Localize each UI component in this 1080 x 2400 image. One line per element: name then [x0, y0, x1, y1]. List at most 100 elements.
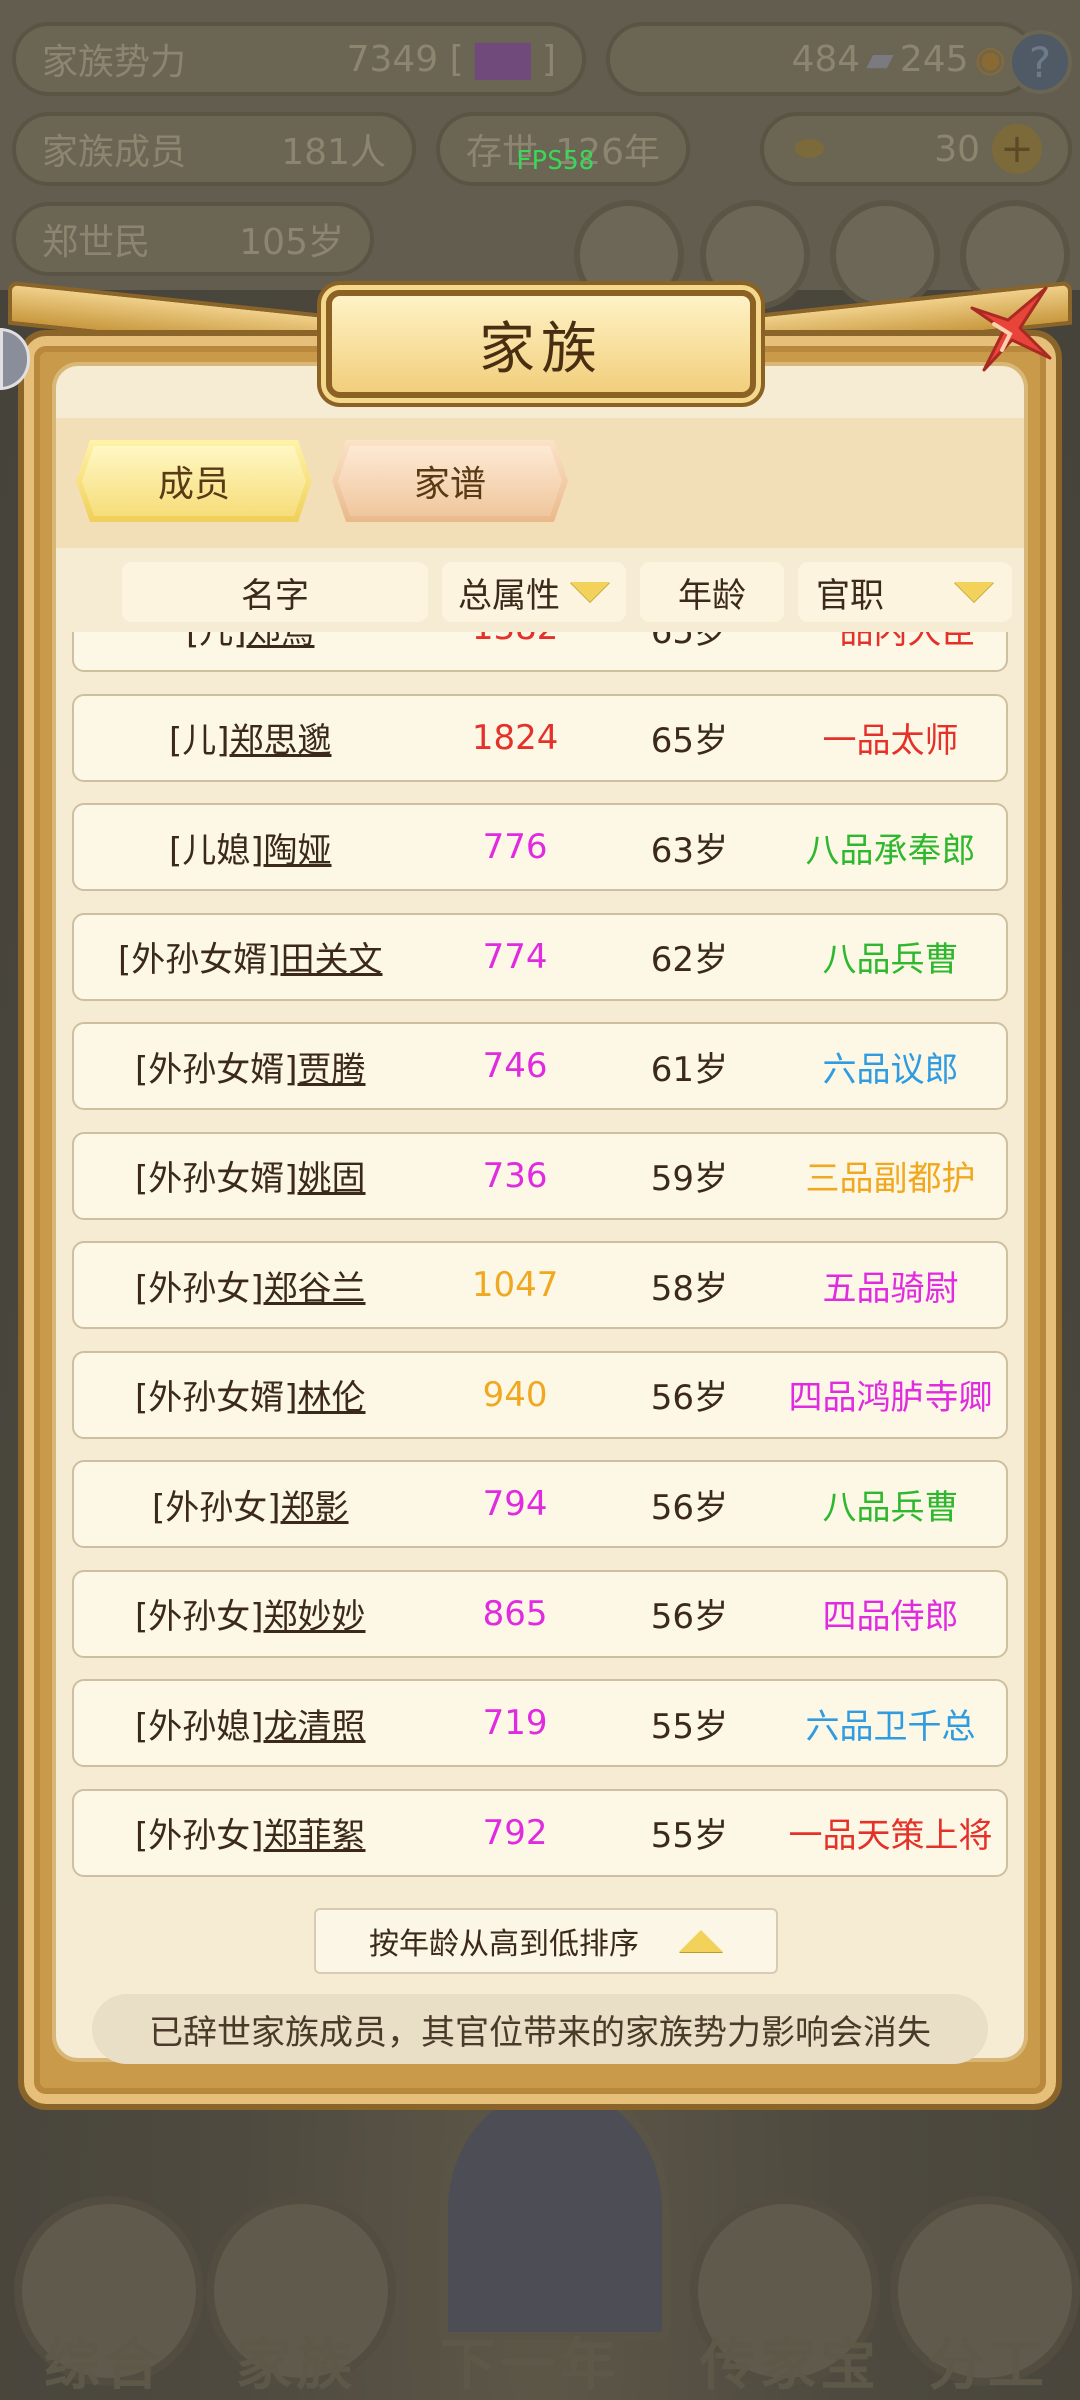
member-row[interactable]: [外孙女]郑菲絮 792 55岁 一品天策上将 — [72, 1788, 1008, 1877]
member-attr: 774 — [482, 936, 548, 977]
member-name-cell: [外孙女]郑妙妙 — [74, 1589, 426, 1638]
member-title: 一品天策上将 — [788, 1816, 993, 1856]
member-row[interactable]: [外孙女婿]贾腾 746 61岁 六品议郎 — [72, 1022, 1008, 1110]
member-row[interactable]: [外孙媳]龙清照 719 55岁 六品卫千总 — [72, 1679, 1008, 1767]
tab-members[interactable]: 成员 — [76, 440, 312, 522]
member-relation: [外孙女] — [134, 1816, 264, 1856]
family-power-rank: ▇▇ — [463, 38, 542, 80]
member-attr: 794 — [482, 1484, 548, 1524]
member-row[interactable]: [外孙女]郑妙妙 865 56岁 四品侍郎 — [72, 1569, 1008, 1658]
family-power-suffix: ] — [541, 38, 556, 80]
member-row[interactable]: [儿媳]陶娅 776 63岁 八品承奉郎 — [72, 803, 1008, 891]
gold-value: 30 — [934, 128, 980, 170]
member-name-link[interactable]: 贾腾 — [298, 1050, 366, 1090]
member-relation: [儿] — [168, 721, 230, 761]
family-power-stat: 家族势力 7349 [ ▇▇ ] — [12, 22, 586, 96]
member-attr: 865 — [482, 1593, 548, 1634]
currency-b-value: 245 — [899, 38, 969, 80]
member-name-cell: [外孙女]郑谷兰 — [74, 1261, 426, 1310]
member-name-link[interactable]: 郑谷兰 — [264, 1269, 366, 1309]
member-name-link[interactable]: 郑思邈 — [230, 721, 332, 761]
member-attr: 792 — [482, 1812, 548, 1853]
column-header-title-label: 官职 — [816, 575, 884, 616]
member-name-cell: [外孙女婿]田关文 — [74, 932, 426, 981]
member-relation: [儿] — [186, 632, 247, 652]
nav-division-label: 分工 — [928, 2333, 1048, 2398]
member-age: 65岁 — [650, 721, 728, 761]
sort-up-icon — [679, 1930, 723, 1952]
member-title: 六品议郎 — [822, 1049, 959, 1090]
column-header-attr[interactable]: 总属性 — [442, 562, 626, 622]
member-row[interactable]: [外孙女]郑谷兰 1047 58岁 五品骑尉 — [72, 1241, 1008, 1329]
close-icon — [970, 286, 1052, 372]
deceased-notice: 已辞世家族成员，其官位带来的家族势力影响会消失 — [92, 1994, 988, 2064]
member-attr: 736 — [482, 1155, 548, 1196]
members-value: 181人 — [281, 132, 386, 173]
currency-a-value: 484 — [791, 38, 861, 80]
member-list[interactable]: [儿]郑焉138265岁一品内大臣[儿]郑思邈182465岁一品太师[儿媳]陶娅… — [72, 632, 1008, 1894]
member-relation: [外孙女婿] — [134, 1049, 298, 1090]
member-attr: 1824 — [471, 717, 559, 758]
member-title: 六品卫千总 — [805, 1706, 976, 1747]
dialog-title: 家族 — [479, 316, 603, 382]
member-name-cell: [儿]郑焉 — [74, 632, 426, 653]
dialog-title-plaque: 家族 — [326, 290, 756, 398]
member-name-link[interactable]: 陶娅 — [264, 831, 332, 871]
member-title: 八品兵曹 — [822, 940, 959, 980]
member-list-track: [儿]郑焉138265岁一品内大臣[儿]郑思邈182465岁一品太师[儿媳]陶娅… — [72, 632, 1008, 1894]
member-row[interactable]: [外孙女]郑影 794 56岁 八品兵曹 — [72, 1460, 1008, 1548]
member-name-link[interactable]: 郑菲絮 — [264, 1816, 366, 1856]
add-gold-icon[interactable]: + — [992, 124, 1042, 174]
member-name-link[interactable]: 田关文 — [281, 940, 383, 980]
member-attr: 719 — [482, 1703, 548, 1743]
next-year-button[interactable] — [440, 2080, 670, 2340]
member-name-cell: [外孙女]郑菲絮 — [74, 1808, 426, 1857]
nav-overview-label: 综合 — [44, 2333, 164, 2398]
column-header-title[interactable]: 官职 — [798, 562, 1012, 622]
member-name-cell: [外孙女婿]姚固 — [74, 1151, 426, 1200]
member-age: 62岁 — [650, 940, 728, 980]
column-header-name[interactable]: 名字 — [122, 562, 428, 622]
member-age: 55岁 — [650, 1706, 728, 1747]
member-name-cell: [外孙媳]龙清照 — [74, 1699, 426, 1748]
member-row[interactable]: [外孙女婿]姚固 736 59岁 三品副都护 — [72, 1131, 1008, 1220]
column-header-name-label: 名字 — [241, 575, 309, 616]
member-row[interactable]: [儿]郑焉138265岁一品内大臣 — [72, 632, 1008, 672]
member-name-link[interactable]: 郑影 — [281, 1488, 349, 1528]
member-attr: 940 — [482, 1374, 548, 1415]
tab-members-label: 成员 — [82, 446, 306, 516]
column-header-age[interactable]: 年龄 — [640, 562, 784, 622]
member-age: 58岁 — [650, 1268, 728, 1309]
member-name-link[interactable]: 龙清照 — [264, 1707, 366, 1747]
tab-genealogy[interactable]: 家谱 — [332, 440, 568, 522]
currency-stat: 484 ▰ 245 ◉ — [606, 22, 1036, 96]
tab-genealogy-label: 家谱 — [338, 446, 562, 516]
member-relation: [外孙女婿] — [117, 940, 281, 980]
member-row[interactable]: [外孙女婿]田关文 774 62岁 八品兵曹 — [72, 912, 1008, 1001]
member-name-link[interactable]: 林伦 — [298, 1378, 366, 1418]
member-relation: [外孙女] — [151, 1487, 281, 1528]
member-title: 三品副都护 — [805, 1159, 976, 1199]
dialog-body: 成员 家谱 名字 总属性 年龄 官职 [儿]郑焉138265岁一品内大臣[儿]郑… — [52, 362, 1028, 2064]
member-name-link[interactable]: 郑焉 — [247, 632, 315, 652]
family-power-label: 家族势力 — [42, 42, 187, 83]
members-label: 家族成员 — [42, 132, 187, 173]
member-row[interactable]: [儿]郑思邈 1824 65岁 一品太师 — [72, 693, 1008, 782]
member-title: 一品太师 — [822, 721, 959, 761]
member-row[interactable]: [外孙女婿]林伦 940 56岁 四品鸿胪寺卿 — [72, 1350, 1008, 1439]
book-icon: ▰ — [866, 38, 894, 80]
member-relation: [外孙女婿] — [134, 1159, 298, 1199]
help-icon[interactable]: ? — [1008, 30, 1072, 94]
close-button[interactable] — [954, 278, 1064, 388]
sort-order-label: 按年龄从高到低排序 — [369, 1927, 639, 1962]
member-title: 四品鸿胪寺卿 — [788, 1378, 993, 1418]
filter-down-icon — [954, 582, 994, 602]
member-name-cell: [儿媳]陶娅 — [74, 823, 426, 872]
family-dialog: 成员 家谱 名字 总属性 年龄 官职 [儿]郑焉138265岁一品内大臣[儿]郑… — [0, 280, 1072, 2110]
sort-order-button[interactable]: 按年龄从高到低排序 — [314, 1908, 778, 1974]
nav-family-label: 家族 — [236, 2333, 356, 2398]
member-attr: 746 — [482, 1046, 548, 1086]
member-age: 59岁 — [650, 1159, 728, 1199]
member-name-link[interactable]: 郑妙妙 — [264, 1597, 366, 1637]
member-name-link[interactable]: 姚固 — [298, 1159, 366, 1199]
